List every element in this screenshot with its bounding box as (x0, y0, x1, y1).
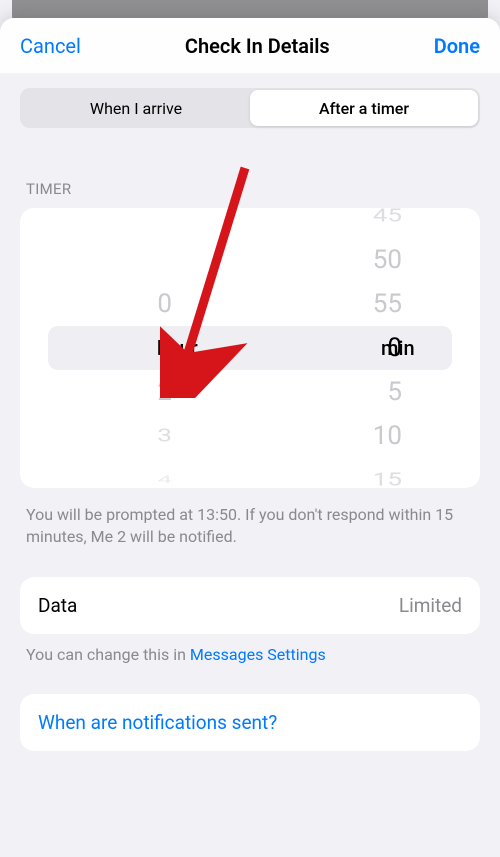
done-button[interactable]: Done (434, 34, 480, 58)
notifications-info-link[interactable]: When are notifications sent? (20, 694, 480, 751)
minute-option-selected[interactable]: 0 (250, 326, 480, 370)
data-row-value: Limited (399, 594, 462, 617)
minute-option[interactable]: 45 (250, 208, 480, 231)
minute-option[interactable]: 55 (250, 282, 480, 326)
minute-option[interactable]: 5 (250, 370, 480, 414)
segment-after-a-timer[interactable]: After a timer (250, 90, 478, 126)
minute-option[interactable]: 15 (250, 465, 480, 488)
hour-option[interactable]: 2 (20, 370, 250, 414)
timer-footer-text: You will be prompted at 13:50. If you do… (26, 504, 474, 549)
mode-segmented-control[interactable]: When I arrive After a timer (20, 88, 480, 128)
minute-option[interactable]: 50 (250, 238, 480, 282)
cancel-button[interactable]: Cancel (20, 34, 81, 58)
messages-settings-link[interactable]: Messages Settings (190, 645, 326, 664)
minute-option[interactable]: 10 (250, 414, 480, 458)
hour-option[interactable]: 4 (20, 471, 250, 488)
minute-wheel[interactable]: 40 45 50 55 0 5 10 15 20 (250, 208, 480, 488)
data-row[interactable]: Data Limited (20, 577, 480, 634)
page-title: Check In Details (185, 34, 330, 58)
data-row-label: Data (38, 594, 77, 617)
hour-option-selected[interactable]: 1 (20, 326, 250, 370)
hour-option[interactable]: 3 (20, 421, 250, 452)
timer-section-label: TIMER (26, 180, 480, 198)
hour-wheel[interactable]: 0 1 2 3 4 (20, 208, 250, 488)
settings-footer-text: You can change this in Messages Settings (26, 644, 474, 666)
timer-picker[interactable]: 0 1 2 3 4 40 45 50 55 0 5 10 (20, 208, 480, 488)
segment-when-i-arrive[interactable]: When I arrive (22, 90, 250, 126)
hour-option[interactable]: 0 (20, 282, 250, 326)
